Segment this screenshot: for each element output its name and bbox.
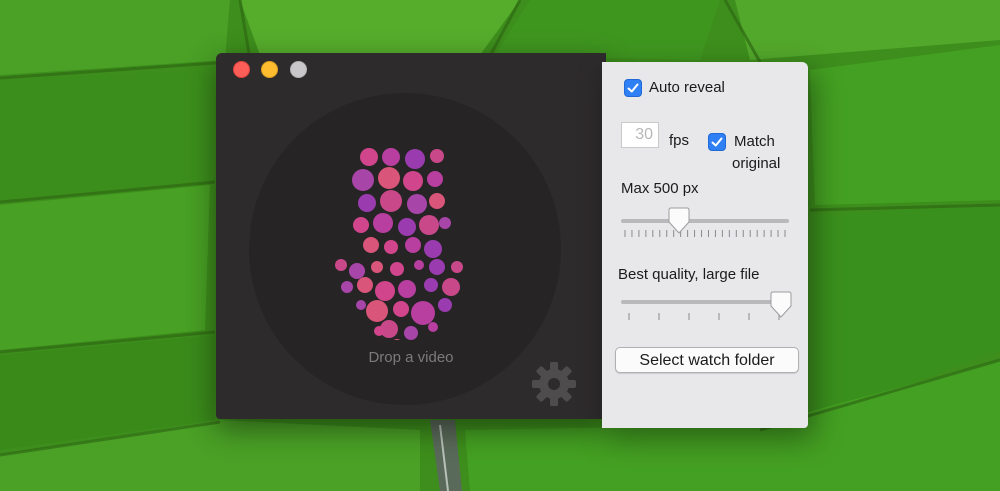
max-size-slider-knob[interactable] [667,207,691,235]
bubble [419,215,439,235]
match-original-label-line2: original [732,155,781,172]
bubble [428,322,438,332]
app-window: Drop a video [216,53,606,419]
zoom-window-button[interactable] [290,61,307,78]
bubble [403,171,423,191]
gear-icon[interactable] [529,359,579,409]
auto-reveal-label: Auto reveal [649,79,725,96]
close-window-button[interactable] [233,61,250,78]
bubble [393,301,409,317]
bubble [411,301,435,325]
bubble [360,148,378,166]
bubble [375,281,395,301]
bubble [371,261,383,273]
max-size-label: Max 500 px [621,180,699,197]
bubble [352,169,374,191]
quality-slider-track[interactable] [621,300,789,304]
fps-field[interactable]: 30 [621,122,659,148]
fps-unit-label: fps [669,132,690,149]
bubble [341,281,353,293]
bubble [398,218,416,236]
bubble [442,278,460,296]
bubble [429,193,445,209]
bubble [357,277,373,293]
bubble [366,300,388,322]
bubble [430,149,444,163]
bubble [414,260,424,270]
bubble [405,149,425,169]
bubble [424,278,438,292]
bubble [382,148,400,166]
bubble [349,263,365,279]
bubble [374,326,384,336]
bubble [384,240,398,254]
bubble [404,326,418,340]
match-original-label-line1: Match [734,133,775,150]
checkmark-icon [627,83,639,93]
bubble [390,262,404,276]
bubble [427,171,443,187]
settings-panel: Auto reveal 30 fps Match original Max 50… [602,62,808,428]
bubble [373,213,393,233]
quality-slider-ticks [628,313,780,320]
bubble [335,259,347,271]
bubble [405,237,421,253]
quality-slider-knob[interactable] [769,291,793,319]
bubble [451,261,463,273]
bubble [438,298,452,312]
bubble [363,237,379,253]
checkmark-icon [711,137,723,147]
select-watch-folder-button[interactable]: Select watch folder [615,347,799,373]
bubble [380,190,402,212]
quality-label: Best quality, large file [618,266,760,283]
bubble [356,300,366,310]
bubble [353,217,369,233]
bubble [424,240,442,258]
bubble [439,217,451,229]
drop-arrow-icon [335,148,463,340]
bubble [378,167,400,189]
bubble [407,194,427,214]
bubble [358,194,376,212]
match-original-checkbox[interactable] [708,133,726,151]
auto-reveal-checkbox[interactable] [624,79,642,97]
bubble [393,339,401,340]
max-size-slider-ticks [624,230,786,237]
bubble [429,259,445,275]
bubble [398,280,416,298]
minimize-window-button[interactable] [261,61,278,78]
max-size-slider-track[interactable] [621,219,789,223]
